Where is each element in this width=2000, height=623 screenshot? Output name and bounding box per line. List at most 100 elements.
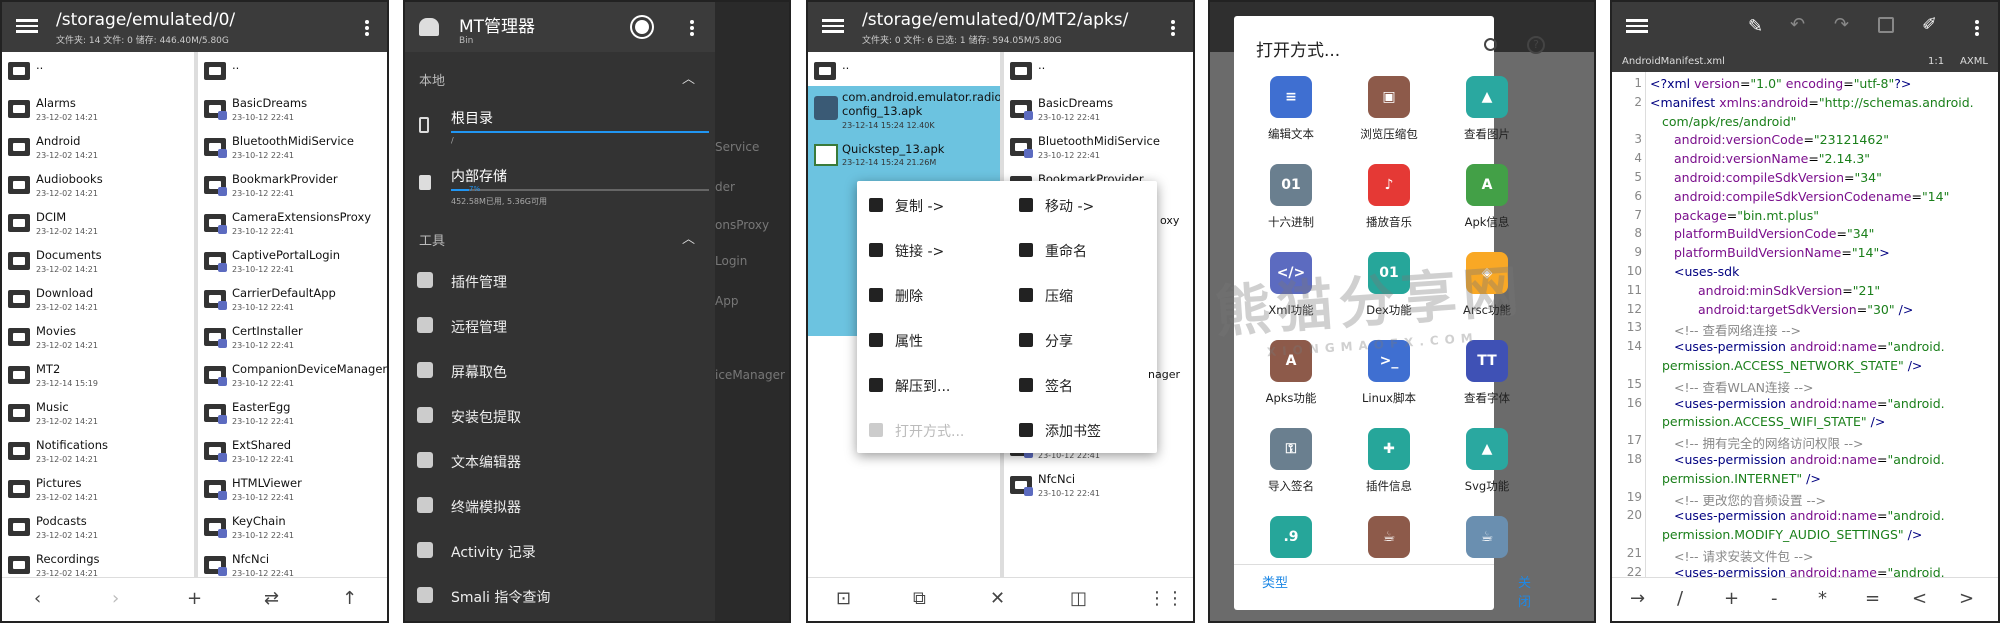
file-row[interactable]: Android 23-12-02 14:21 bbox=[2, 128, 194, 166]
menu-item[interactable]: 移动 -> bbox=[1007, 185, 1157, 225]
menu-item[interactable]: 签名 bbox=[1007, 365, 1157, 405]
code-line[interactable]: platformBuildVersionCode="34" bbox=[1674, 226, 1874, 241]
collapse-icon[interactable]: ︿ bbox=[682, 68, 695, 87]
code-line[interactable]: <!-- 查看网络连接 --> bbox=[1674, 320, 1801, 339]
file-row[interactable]: BookmarkProvider 23-10-12 22:41 bbox=[198, 166, 387, 204]
code-line[interactable]: <uses-permission android:name="android. bbox=[1674, 565, 1945, 577]
symbol-key[interactable]: / bbox=[1677, 588, 1683, 609]
root-item[interactable]: 根目录 / bbox=[405, 102, 715, 152]
parent-row[interactable]: .. bbox=[808, 52, 1000, 90]
code-line[interactable]: android:minSdkVersion="21" bbox=[1698, 283, 1880, 298]
file-row[interactable]: Alarms 23-12-02 14:21 bbox=[2, 90, 194, 128]
symbol-key[interactable]: - bbox=[1771, 588, 1778, 609]
code-line[interactable]: <manifest xmlns:android="http://schemas.… bbox=[1650, 95, 1974, 110]
file-row[interactable]: NfcNci 23-10-12 22:41 bbox=[198, 546, 387, 577]
code-line[interactable]: <uses-permission android:name="android. bbox=[1674, 339, 1945, 354]
file-row[interactable]: .. bbox=[1004, 52, 1193, 90]
file-row[interactable]: DCIM 23-12-02 14:21 bbox=[2, 204, 194, 242]
file-row[interactable]: Music 23-12-02 14:21 bbox=[2, 394, 194, 432]
file-row[interactable]: BasicDreams 23-10-12 22:41 bbox=[1004, 90, 1193, 128]
code-line[interactable]: <uses-permission android:name="android. bbox=[1674, 508, 1945, 523]
code-line[interactable]: package="bin.mt.plus" bbox=[1674, 208, 1819, 223]
menu-item[interactable]: 分享 bbox=[1007, 320, 1157, 360]
file-row[interactable]: HTMLViewer 23-10-12 22:41 bbox=[198, 470, 387, 508]
menu-item[interactable]: 删除 bbox=[857, 275, 1007, 315]
file-row[interactable]: CameraExtensionsProxy 23-10-12 22:41 bbox=[198, 204, 387, 242]
open-with-tile[interactable]: ♪ 播放音乐 bbox=[1346, 156, 1432, 244]
tool-item[interactable]: 远程管理 bbox=[405, 305, 715, 347]
back-icon[interactable]: ‹ bbox=[34, 588, 41, 609]
tool-item[interactable]: 插件管理 bbox=[405, 260, 715, 302]
copy-icon[interactable]: ⧉ bbox=[913, 588, 926, 609]
selected-row[interactable]: Quickstep_13.apk 23-12-14 15:24 21.26M bbox=[808, 136, 1000, 176]
open-with-tile[interactable]: ✚ 插件信息 bbox=[1346, 420, 1432, 508]
code-line[interactable]: <!-- 拥有完全的网络访问权限 --> bbox=[1674, 433, 1863, 452]
edit-icon[interactable]: ✐ bbox=[1922, 14, 1937, 35]
swap-icon[interactable]: ⇄ bbox=[264, 588, 279, 609]
menu-icon[interactable] bbox=[1626, 16, 1648, 34]
internal-storage-item[interactable]: 内部存储 7% 452.58M已用, 5.36G可用 bbox=[405, 160, 715, 212]
menu-item[interactable]: 链接 -> bbox=[857, 230, 1007, 270]
code-line[interactable]: <uses-sdk bbox=[1674, 264, 1739, 279]
code-line[interactable]: <!-- 请求安装文件包 --> bbox=[1674, 546, 1813, 565]
code-line[interactable]: <!-- 更改您的音频设置 --> bbox=[1674, 490, 1826, 509]
file-row[interactable]: Audiobooks 23-12-02 14:21 bbox=[2, 166, 194, 204]
file-row[interactable]: NfcNci 23-10-12 22:41 bbox=[1004, 466, 1193, 504]
code-line[interactable]: android:targetSdkVersion="30" /> bbox=[1698, 302, 1913, 317]
open-with-tile[interactable]: .9 bbox=[1248, 508, 1334, 596]
code-line[interactable]: android:versionCode="23121462" bbox=[1674, 132, 1889, 147]
menu-icon[interactable] bbox=[16, 16, 38, 34]
tool-item[interactable]: 安装包提取 bbox=[405, 395, 715, 437]
code-line[interactable]: com/apk/res/android" bbox=[1662, 114, 1796, 129]
menu-item[interactable]: 压缩 bbox=[1007, 275, 1157, 315]
code-line[interactable]: permission.MODIFY_AUDIO_SETTINGS" /> bbox=[1662, 527, 1922, 542]
theme-icon[interactable] bbox=[635, 20, 649, 34]
code-line[interactable]: <uses-permission android:name="android. bbox=[1674, 396, 1945, 411]
more-icon[interactable] bbox=[1171, 18, 1175, 38]
close-button[interactable]: 关闭 bbox=[1518, 572, 1531, 610]
more-icon[interactable] bbox=[1975, 18, 1979, 38]
menu-item[interactable]: 属性 bbox=[857, 320, 1007, 360]
file-row[interactable]: .. bbox=[198, 52, 387, 90]
tool-item[interactable]: 屏幕取色 bbox=[405, 350, 715, 392]
file-row[interactable]: Recordings 23-12-02 14:21 bbox=[2, 546, 194, 577]
menu-icon[interactable] bbox=[822, 16, 844, 34]
help-icon[interactable]: ? bbox=[1527, 36, 1545, 54]
file-row[interactable]: Download 23-12-02 14:21 bbox=[2, 280, 194, 318]
file-row[interactable]: CarrierDefaultApp 23-10-12 22:41 bbox=[198, 280, 387, 318]
code-line[interactable]: <!-- 查看WLAN连接 --> bbox=[1674, 377, 1813, 396]
symbol-key[interactable]: + bbox=[1724, 588, 1739, 609]
open-with-tile[interactable]: ⚿ 导入签名 bbox=[1248, 420, 1334, 508]
menu-item[interactable]: 重命名 bbox=[1007, 230, 1157, 270]
open-with-tile[interactable]: ▲ Svg功能 bbox=[1444, 420, 1530, 508]
file-row[interactable]: BasicDreams 23-10-12 22:41 bbox=[198, 90, 387, 128]
open-with-tile[interactable]: 01 十六进制 bbox=[1248, 156, 1334, 244]
code-line[interactable]: android:compileSdkVersion="34" bbox=[1674, 170, 1882, 185]
select-all-icon[interactable]: ⊡ bbox=[836, 588, 851, 609]
file-row[interactable]: Movies 23-12-02 14:21 bbox=[2, 318, 194, 356]
tool-item[interactable]: 文本编辑器 bbox=[405, 440, 715, 482]
symbol-key[interactable]: < bbox=[1912, 588, 1927, 609]
file-row[interactable]: EasterEgg 23-10-12 22:41 bbox=[198, 394, 387, 432]
more-icon[interactable] bbox=[365, 18, 369, 38]
file-row[interactable]: BluetoothMidiService 23-10-12 22:41 bbox=[1004, 128, 1193, 166]
open-with-tile[interactable]: ☕ bbox=[1346, 508, 1432, 596]
menu-item[interactable]: 解压到... bbox=[857, 365, 1007, 405]
code-line[interactable]: <?xml version="1.0" encoding="utf-8"?> bbox=[1650, 76, 1911, 91]
symbol-key[interactable]: → bbox=[1630, 588, 1645, 609]
file-row[interactable]: BluetoothMidiService 23-10-12 22:41 bbox=[198, 128, 387, 166]
grid-icon[interactable]: ⋮⋮ bbox=[1148, 588, 1184, 609]
search-icon[interactable] bbox=[1484, 38, 1497, 51]
open-with-tile[interactable]: ▲ 查看图片 bbox=[1444, 68, 1530, 156]
menu-item[interactable]: 打开方式... bbox=[857, 410, 1007, 450]
code-line[interactable]: android:compileSdkVersionCodename="14" bbox=[1674, 189, 1949, 204]
more-icon[interactable] bbox=[690, 18, 694, 38]
tool-item[interactable]: Smali 指令查询 bbox=[405, 575, 715, 617]
code-line[interactable]: permission.ACCESS_WIFI_STATE" /> bbox=[1662, 414, 1885, 429]
pane-divider[interactable] bbox=[194, 52, 198, 577]
open-with-tile[interactable]: A Apk信息 bbox=[1444, 156, 1530, 244]
add-icon[interactable]: + bbox=[187, 588, 202, 609]
file-row[interactable]: Notifications 23-12-02 14:21 bbox=[2, 432, 194, 470]
file-row[interactable]: Pictures 23-12-02 14:21 bbox=[2, 470, 194, 508]
file-row[interactable]: CaptivePortalLogin 23-10-12 22:41 bbox=[198, 242, 387, 280]
